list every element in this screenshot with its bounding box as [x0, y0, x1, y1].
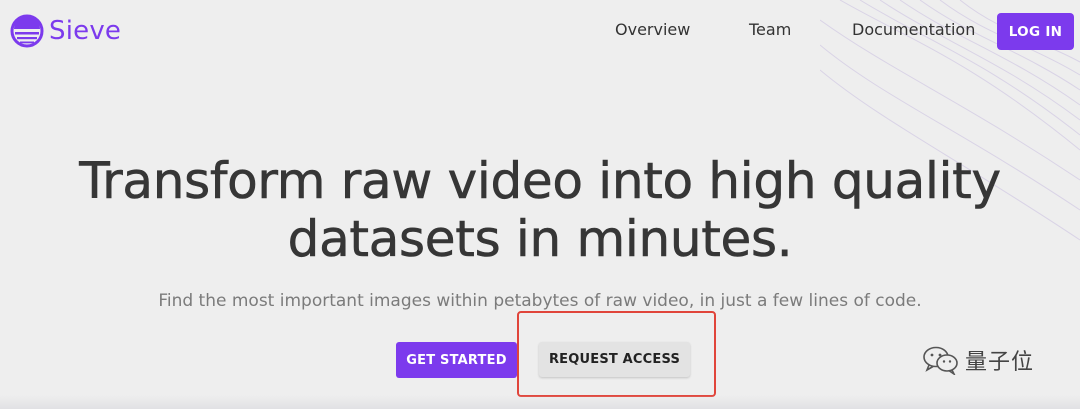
highlight-annotation-box: [517, 311, 716, 397]
watermark-text: 量子位: [965, 350, 1035, 375]
nav-link-documentation[interactable]: Documentation: [852, 20, 975, 39]
top-nav: Overview Team Documentation: [0, 20, 1080, 44]
bottom-fade: [0, 395, 1080, 409]
get-started-button[interactable]: GET STARTED: [396, 342, 517, 378]
hero-headline-line2: datasets in minutes.: [287, 210, 793, 269]
hero-subtitle: Find the most important images within pe…: [158, 291, 922, 311]
nav-link-overview[interactable]: Overview: [615, 20, 690, 39]
watermark: 量子位: [922, 344, 1034, 376]
wechat-icon: [923, 346, 958, 375]
hero-headline-line1: Transform raw video into high quality: [79, 152, 1001, 211]
login-button[interactable]: LOG IN: [997, 13, 1074, 50]
hero-headline: Transform raw video into high quality da…: [0, 152, 1080, 269]
nav-link-team[interactable]: Team: [749, 20, 791, 39]
